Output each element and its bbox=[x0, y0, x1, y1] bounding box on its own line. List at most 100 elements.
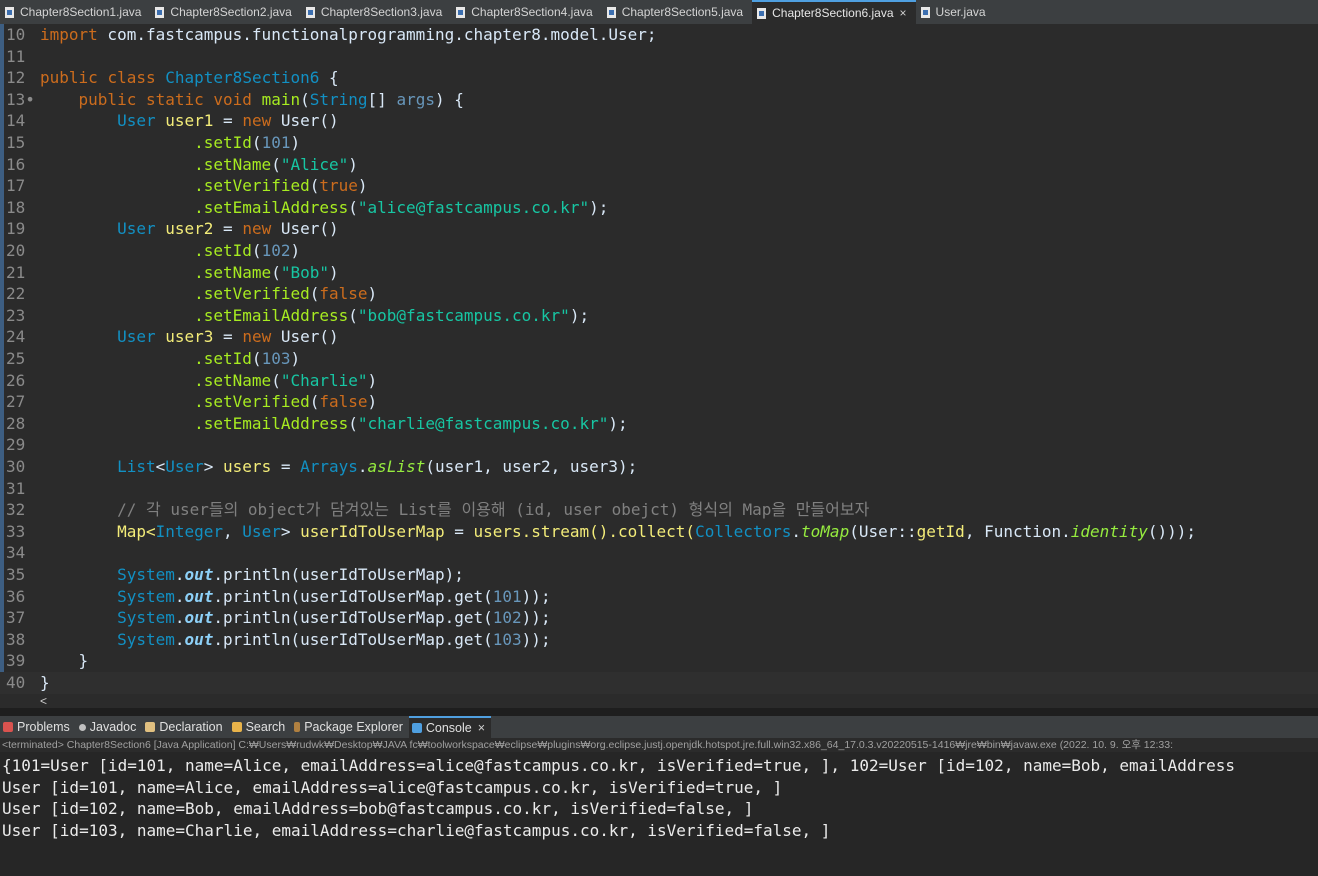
tab-chapter8section1[interactable]: Chapter8Section1.java bbox=[0, 0, 150, 24]
code-token: ); bbox=[589, 197, 609, 217]
code-line: 24 User user3 = new User() bbox=[0, 326, 1318, 348]
code-token: void bbox=[213, 89, 252, 109]
code-token: ) bbox=[367, 284, 378, 304]
console-status-line: <terminated> Chapter8Section6 [Java Appl… bbox=[0, 738, 1318, 752]
panel-divider[interactable] bbox=[0, 708, 1318, 716]
code-editor[interactable]: 10 import com.fastcampus.functionalprogra… bbox=[0, 24, 1318, 694]
code-token: ) bbox=[357, 176, 368, 196]
code-line: 13• public static void main(String[] arg… bbox=[0, 89, 1318, 111]
line-number: 26 bbox=[6, 370, 26, 390]
tab-label: Chapter8Section1.java bbox=[20, 5, 142, 19]
code-token: = bbox=[213, 327, 243, 347]
line-number: 30 bbox=[6, 457, 26, 476]
code-line: 19 User user2 = new User() bbox=[0, 218, 1318, 240]
code-line: 29 bbox=[0, 434, 1318, 456]
line-number: 11 bbox=[6, 46, 26, 66]
code-token: ( bbox=[271, 154, 281, 174]
line-number: 35 bbox=[6, 565, 26, 584]
code-token: .setVerified bbox=[194, 284, 310, 304]
code-line: 26 .setName("Charlie") bbox=[0, 370, 1318, 392]
search-icon bbox=[231, 722, 242, 732]
code-token: [] bbox=[367, 89, 397, 109]
code-token: user3 bbox=[165, 327, 214, 347]
code-line-current: 40} bbox=[0, 672, 1318, 694]
line-number: 32 bbox=[6, 500, 26, 520]
code-line: 39 } bbox=[0, 650, 1318, 672]
code-token: .println(userIdToUserMap); bbox=[213, 565, 464, 584]
tab-chapter8section3[interactable]: Chapter8Section3.java bbox=[301, 0, 451, 24]
code-token: ) bbox=[290, 349, 301, 368]
code-token: user1 bbox=[165, 111, 214, 131]
tab-chapter8section5[interactable]: Chapter8Section5.java bbox=[602, 0, 752, 24]
code-token: )); bbox=[521, 629, 551, 649]
code-token: .println(userIdToUserMap.get( bbox=[213, 629, 493, 649]
code-token: > bbox=[203, 457, 224, 476]
tab-console[interactable]: Console × bbox=[408, 716, 492, 738]
javadoc-icon bbox=[78, 723, 86, 731]
code-line: 37 System.out.println(userIdToUserMap.ge… bbox=[0, 607, 1318, 629]
code-token: ( bbox=[309, 284, 320, 304]
tab-chapter8section4[interactable]: Chapter8Section4.java bbox=[451, 0, 601, 24]
line-number: 15 bbox=[6, 133, 26, 152]
code-token: import bbox=[40, 25, 98, 44]
code-token: 103 bbox=[492, 629, 522, 649]
code-token: ( bbox=[348, 413, 358, 433]
code-token: out bbox=[184, 586, 214, 606]
tab-chapter8section6[interactable]: Chapter8Section6.java × bbox=[752, 0, 916, 24]
tab-problems[interactable]: Problems bbox=[0, 716, 76, 738]
code-token: .setId bbox=[194, 349, 252, 368]
code-token: ( bbox=[348, 305, 358, 325]
tab-chapter8section2[interactable]: Chapter8Section2.java bbox=[150, 0, 300, 24]
tab-package-explorer[interactable]: Package Explorer bbox=[291, 716, 409, 738]
code-token: ( bbox=[271, 262, 281, 282]
code-token: .setName bbox=[194, 262, 272, 282]
java-file-icon bbox=[305, 6, 315, 18]
scroll-left-arrow-icon[interactable]: < bbox=[40, 694, 47, 708]
code-token: out bbox=[184, 629, 214, 649]
code-token: (User:: bbox=[849, 521, 917, 541]
tab-search[interactable]: Search bbox=[229, 716, 292, 738]
tab-user[interactable]: User.java bbox=[916, 0, 995, 24]
code-token: User bbox=[117, 111, 156, 131]
code-token: "Alice" bbox=[280, 154, 349, 174]
code-token: . bbox=[174, 565, 185, 584]
close-tab-icon[interactable]: × bbox=[478, 721, 485, 735]
code-token: 103 bbox=[261, 349, 291, 368]
code-token: .println(userIdToUserMap.get( bbox=[213, 608, 493, 628]
code-line: 10 import com.fastcampus.functionalprogra… bbox=[0, 24, 1318, 46]
tab-label: Search bbox=[245, 720, 286, 734]
code-token: .setVerified bbox=[194, 176, 310, 196]
code-token: . bbox=[357, 457, 368, 476]
console-line: User [id=101, name=Alice, emailAddress=a… bbox=[2, 777, 783, 797]
code-token: static bbox=[145, 89, 204, 109]
code-line: 38 System.out.println(userIdToUserMap.ge… bbox=[0, 629, 1318, 651]
tab-declaration[interactable]: Declaration bbox=[142, 716, 228, 738]
package-explorer-icon bbox=[294, 722, 301, 732]
code-token: "bob@fastcampus.co.kr" bbox=[357, 305, 570, 325]
console-output[interactable]: {101=User [id=101, name=Alice, emailAddr… bbox=[0, 752, 1318, 876]
line-number: 24 bbox=[6, 327, 26, 347]
close-tab-icon[interactable]: × bbox=[900, 6, 907, 20]
tab-label: Package Explorer bbox=[304, 720, 403, 734]
code-token: getId bbox=[916, 521, 965, 541]
tab-javadoc[interactable]: Javadoc bbox=[76, 716, 143, 738]
tab-label: Chapter8Section5.java bbox=[621, 5, 744, 19]
code-token: = bbox=[213, 111, 243, 131]
code-token: ( bbox=[300, 89, 310, 109]
code-token: )); bbox=[521, 608, 551, 628]
code-token: 101 bbox=[492, 586, 522, 606]
code-token: , bbox=[223, 521, 243, 541]
code-token: 102 bbox=[261, 241, 291, 260]
code-token: = bbox=[271, 457, 301, 476]
tab-label: Chapter8Section4.java bbox=[471, 5, 593, 19]
code-token: out bbox=[184, 608, 214, 628]
code-line: 11 bbox=[0, 46, 1318, 68]
code-token: . bbox=[791, 521, 802, 541]
code-comment: // 각 user들의 object가 담겨있는 List를 이용해 (id, … bbox=[117, 500, 870, 520]
tab-label: Problems bbox=[17, 720, 70, 734]
code-token: (user1, user2, user3); bbox=[425, 457, 638, 476]
java-file-icon bbox=[920, 6, 930, 18]
line-number: 23 bbox=[6, 305, 26, 325]
code-token: ( bbox=[271, 370, 281, 390]
horizontal-scrollbar[interactable]: < bbox=[40, 694, 1318, 708]
